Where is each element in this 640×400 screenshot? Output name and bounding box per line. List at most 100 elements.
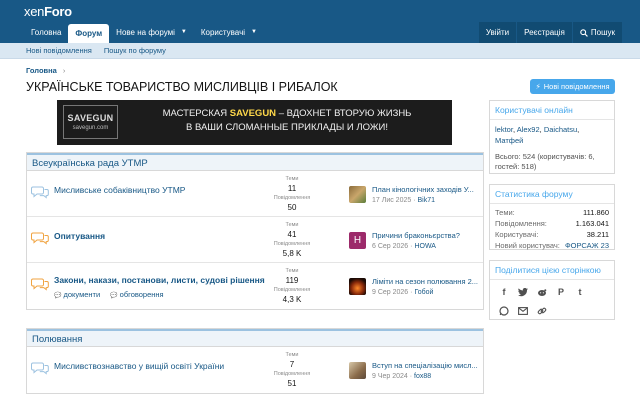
chevron-down-icon[interactable]: ▼: [251, 22, 257, 43]
forum-node-stats: Теми 7 Повідомлення 51: [272, 351, 312, 389]
forum-stats-title[interactable]: Статистика форуму: [490, 185, 614, 204]
stats-value: 111.860: [583, 208, 609, 217]
forum-icon: [31, 185, 49, 199]
avatar[interactable]: [349, 186, 366, 203]
forum-node-title[interactable]: Мисливське собаківництво УТМР: [54, 185, 185, 195]
subforum-list: документи обговорення: [54, 290, 164, 299]
login-label: Увійти: [485, 28, 510, 37]
share-title: Поділитися цією сторінкою: [490, 261, 614, 280]
bolt-icon: ⚡: [535, 82, 541, 91]
link-icon[interactable]: [536, 305, 548, 317]
search-icon: [580, 28, 588, 37]
subforum-link[interactable]: обговорення: [110, 290, 164, 299]
forum-node-row: Опитування Теми 41 Повідомлення 5,8 K H …: [27, 217, 483, 263]
banner-text: МАСТЕРСКАЯ SAVEGUN – ВДОХНЕТ ВТОРУЮ ЖИЗН…: [127, 107, 447, 135]
reddit-icon[interactable]: [536, 286, 548, 298]
nav-tab[interactable]: Головна: [24, 22, 68, 43]
forum-category-block: Всеукраїнська рада УТМР Мисливське собак…: [26, 152, 484, 310]
nav-tabs: Головна Форум Нове на форумі ▼ Користувачі ▼: [24, 22, 264, 43]
threads-count: 41: [287, 230, 297, 239]
subnav-search-forum[interactable]: Пошук по форуму: [104, 43, 166, 58]
site-logo[interactable]: xenForo: [24, 4, 72, 19]
last-post-title[interactable]: Вступ на спеціалізацію мисл...: [372, 361, 480, 370]
chevron-down-icon[interactable]: ▼: [181, 22, 187, 43]
search-button[interactable]: Пошук: [572, 22, 622, 43]
online-user[interactable]: Daichatsu: [544, 125, 577, 134]
posts-count: 50: [287, 203, 297, 212]
avatar[interactable]: [349, 362, 366, 379]
nav-tab[interactable]: Користувачі ▼: [194, 22, 264, 43]
forum-node-title[interactable]: Опитування: [54, 231, 105, 241]
posts-label: Повідомлення: [273, 195, 311, 201]
stats-row: Користувачі: 38.211: [495, 229, 609, 240]
online-users-title[interactable]: Користувачі онлайн: [490, 101, 614, 120]
last-post-meta: 17 Лис 2025 · Bik71: [372, 197, 436, 204]
last-post-date[interactable]: 9 Чер 2024: [372, 373, 408, 380]
register-button[interactable]: Реєстрація: [517, 22, 572, 43]
tumblr-icon[interactable]: t: [574, 286, 586, 298]
nav-tab[interactable]: Нове на форумі ▼: [109, 22, 194, 43]
online-user[interactable]: Матфей: [495, 136, 523, 145]
site-header: xenForo: [0, 0, 640, 22]
breadcrumb-home[interactable]: Головна: [26, 66, 57, 75]
avatar[interactable]: H: [349, 232, 366, 249]
banner-logo-url: savegun.com: [72, 125, 109, 131]
online-user[interactable]: Alex92: [517, 125, 540, 134]
stats-key: Теми:: [495, 208, 515, 217]
subforum-link[interactable]: документи: [54, 290, 100, 299]
facebook-icon[interactable]: f: [498, 286, 510, 298]
last-post-user[interactable]: HOWA: [414, 243, 436, 250]
email-icon[interactable]: [517, 305, 529, 317]
main-content: Головна › УКРАЇНСЬКЕ ТОВАРИСТВО МИСЛИВЦІ…: [0, 60, 640, 400]
threads-count: 11: [287, 184, 297, 193]
last-post-title[interactable]: План кінологічних заходів У...: [372, 185, 480, 194]
stats-key: Повідомлення:: [495, 219, 547, 228]
stats-value[interactable]: ФОРСАЖ 23: [565, 240, 609, 251]
avatar[interactable]: [349, 278, 366, 295]
posts-label: Повідомлення: [273, 371, 311, 377]
share-widget: Поділитися цією сторінкою f P t: [489, 260, 615, 320]
last-post-date[interactable]: 17 Лис 2025: [372, 197, 411, 204]
category-title[interactable]: Всеукраїнська рада УТМР: [27, 153, 483, 171]
chevron-right-icon: ›: [62, 66, 66, 75]
last-post-title[interactable]: Причини браконьєрства?: [372, 231, 480, 240]
last-post-title[interactable]: Ліміти на сезон полювання 2...: [372, 277, 480, 286]
whatsapp-icon[interactable]: [498, 305, 510, 317]
last-post-user[interactable]: Гобой: [414, 289, 433, 296]
last-post-date[interactable]: 9 Сер 2026: [372, 289, 408, 296]
pinterest-icon[interactable]: P: [555, 286, 567, 298]
stats-key: Користувачі:: [495, 230, 539, 239]
breadcrumb: Головна ›: [26, 66, 65, 75]
posts-label: Повідомлення: [273, 241, 311, 247]
login-button[interactable]: Увійти: [478, 22, 517, 43]
banner-line1-suffix: – ВДОХНЕТ ВТОРУЮ ЖИЗНЬ: [278, 108, 412, 119]
forum-node-title[interactable]: Мисливствознавство у вищій освіті Україн…: [54, 361, 224, 371]
posts-label: Повідомлення: [273, 287, 311, 293]
stats-value: 38.211: [586, 230, 609, 239]
forum-category-block: Полювання Мисливствознавство у вищій осв…: [26, 328, 484, 394]
forum-stats-widget: Статистика форуму Теми: 111.860 Повідомлен…: [489, 184, 615, 250]
last-post-user[interactable]: fox88: [414, 373, 431, 380]
last-post-date[interactable]: 6 Сер 2026: [372, 243, 408, 250]
threads-count: 119: [285, 276, 299, 285]
forum-node-title[interactable]: Закони, накази, постанови, листи, судові…: [54, 275, 265, 285]
subnav-new-posts[interactable]: Нові повідомлення: [26, 43, 92, 58]
new-posts-button[interactable]: ⚡ Нові повідомлення: [530, 79, 615, 94]
online-users-list: lektor, Alex92, Daichatsu, Матфей: [495, 125, 580, 145]
ad-banner[interactable]: SAVEGUN savegun.com МАСТЕРСКАЯ SAVEGUN –…: [57, 100, 452, 145]
last-post-meta: 9 Сер 2026 · Гобой: [372, 289, 434, 296]
posts-count: 4,3 K: [282, 295, 302, 304]
forum-node-row: Мисливське собаківництво УТМР Теми 11 По…: [27, 171, 483, 217]
nav-tab[interactable]: Форум: [68, 24, 110, 43]
nav-tab-label: Форум: [75, 29, 103, 38]
threads-label: Теми: [285, 268, 299, 274]
last-post-user[interactable]: Bik71: [418, 197, 436, 204]
new-posts-label: Нові повідомлення: [543, 82, 610, 91]
share-icons: f P t: [490, 280, 608, 321]
category-title[interactable]: Полювання: [27, 329, 483, 347]
banner-line1-prefix: МАСТЕРСКАЯ: [162, 108, 228, 119]
twitter-icon[interactable]: [517, 286, 529, 298]
posts-count: 5,8 K: [282, 249, 302, 258]
online-user[interactable]: lektor: [495, 125, 513, 134]
register-label: Реєстрація: [524, 28, 565, 37]
